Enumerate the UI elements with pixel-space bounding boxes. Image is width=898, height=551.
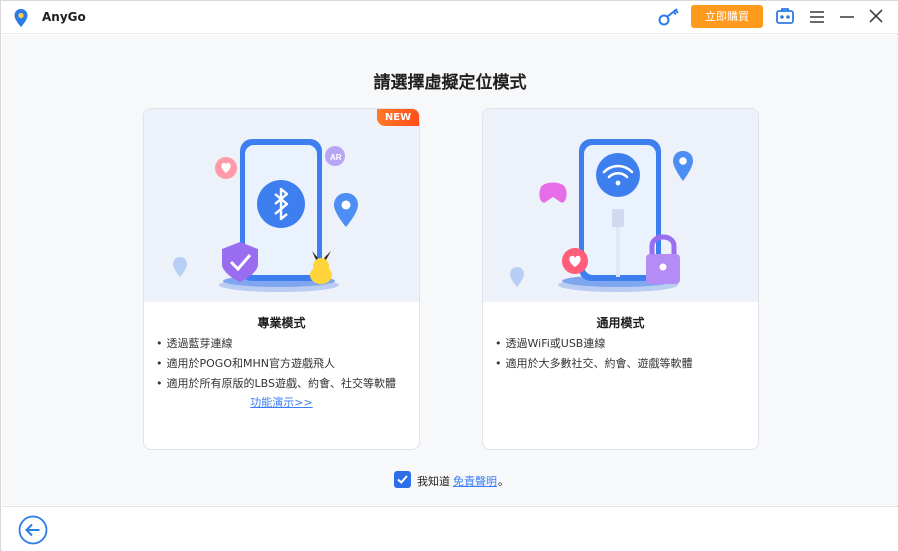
pro-mode-title: 專業模式 bbox=[257, 316, 306, 330]
bottom-bar bbox=[2, 506, 898, 551]
title-bar: AnyGo 立即購買 bbox=[1, 1, 898, 34]
svg-text:AR: AR bbox=[330, 153, 342, 162]
back-arrow-icon[interactable] bbox=[18, 515, 48, 545]
menu-icon[interactable] bbox=[809, 9, 825, 25]
general-mode-card[interactable]: 通用模式 透過WiFi或USB連線 適用於大多數社交、約會、遊戲等軟體 bbox=[482, 108, 759, 450]
app-window: AnyGo 立即購買 請選擇虛擬定位模式 AR NEW 專業模式 • 透過藍芽連… bbox=[0, 0, 898, 551]
pro-mode-card[interactable]: AR NEW 專業模式 透過藍芽連線 適用於POGO和MHN官方遊戲飛人 適用於… bbox=[143, 108, 420, 450]
main-content: 請選擇虛擬定位模式 AR NEW 專業模式 • 透過藍芽連線 • 適用於POGO… bbox=[2, 35, 898, 505]
general-mode-features: 透過WiFi或USB連線 適用於大多數社交、約會、遊戲等軟體 bbox=[495, 334, 693, 374]
feature-item: 適用於POGO和MHN官方遊戲飛人 bbox=[156, 354, 396, 374]
key-icon[interactable] bbox=[657, 6, 681, 28]
feature-item: 透過WiFi或USB連線 bbox=[495, 334, 693, 354]
feature-item: 適用於大多數社交、約會、遊戲等軟體 bbox=[495, 354, 693, 374]
app-logo-icon bbox=[14, 9, 28, 27]
close-icon[interactable] bbox=[868, 8, 884, 24]
pro-mode-features: 透過藍芽連線 適用於POGO和MHN官方遊戲飛人 適用於所有原版的LBS遊戲、約… bbox=[156, 334, 396, 394]
app-name: AnyGo bbox=[42, 10, 86, 24]
general-mode-illustration bbox=[483, 109, 758, 302]
agree-text: 我知道 bbox=[417, 475, 450, 488]
agree-checkbox[interactable] bbox=[394, 471, 411, 488]
feature-item: 適用於所有原版的LBS遊戲、約會、社交等軟體 bbox=[156, 374, 396, 394]
toolbox-icon[interactable] bbox=[775, 6, 795, 26]
feature-item: 透過藍芽連線 bbox=[156, 334, 396, 354]
general-mode-title: 通用模式 bbox=[596, 316, 645, 330]
checkmark-icon bbox=[397, 475, 408, 484]
pro-mode-illustration: AR NEW bbox=[144, 109, 419, 302]
agree-suffix: 。 bbox=[498, 475, 509, 488]
minimize-icon[interactable] bbox=[839, 9, 855, 25]
page-title: 請選擇虛擬定位模式 bbox=[373, 73, 527, 93]
buy-now-button[interactable]: 立即購買 bbox=[691, 5, 763, 28]
new-badge: NEW bbox=[377, 109, 419, 126]
disclaimer-link[interactable]: 免責聲明 bbox=[453, 473, 497, 489]
feature-demo-link[interactable]: 功能演示>> bbox=[144, 394, 419, 410]
